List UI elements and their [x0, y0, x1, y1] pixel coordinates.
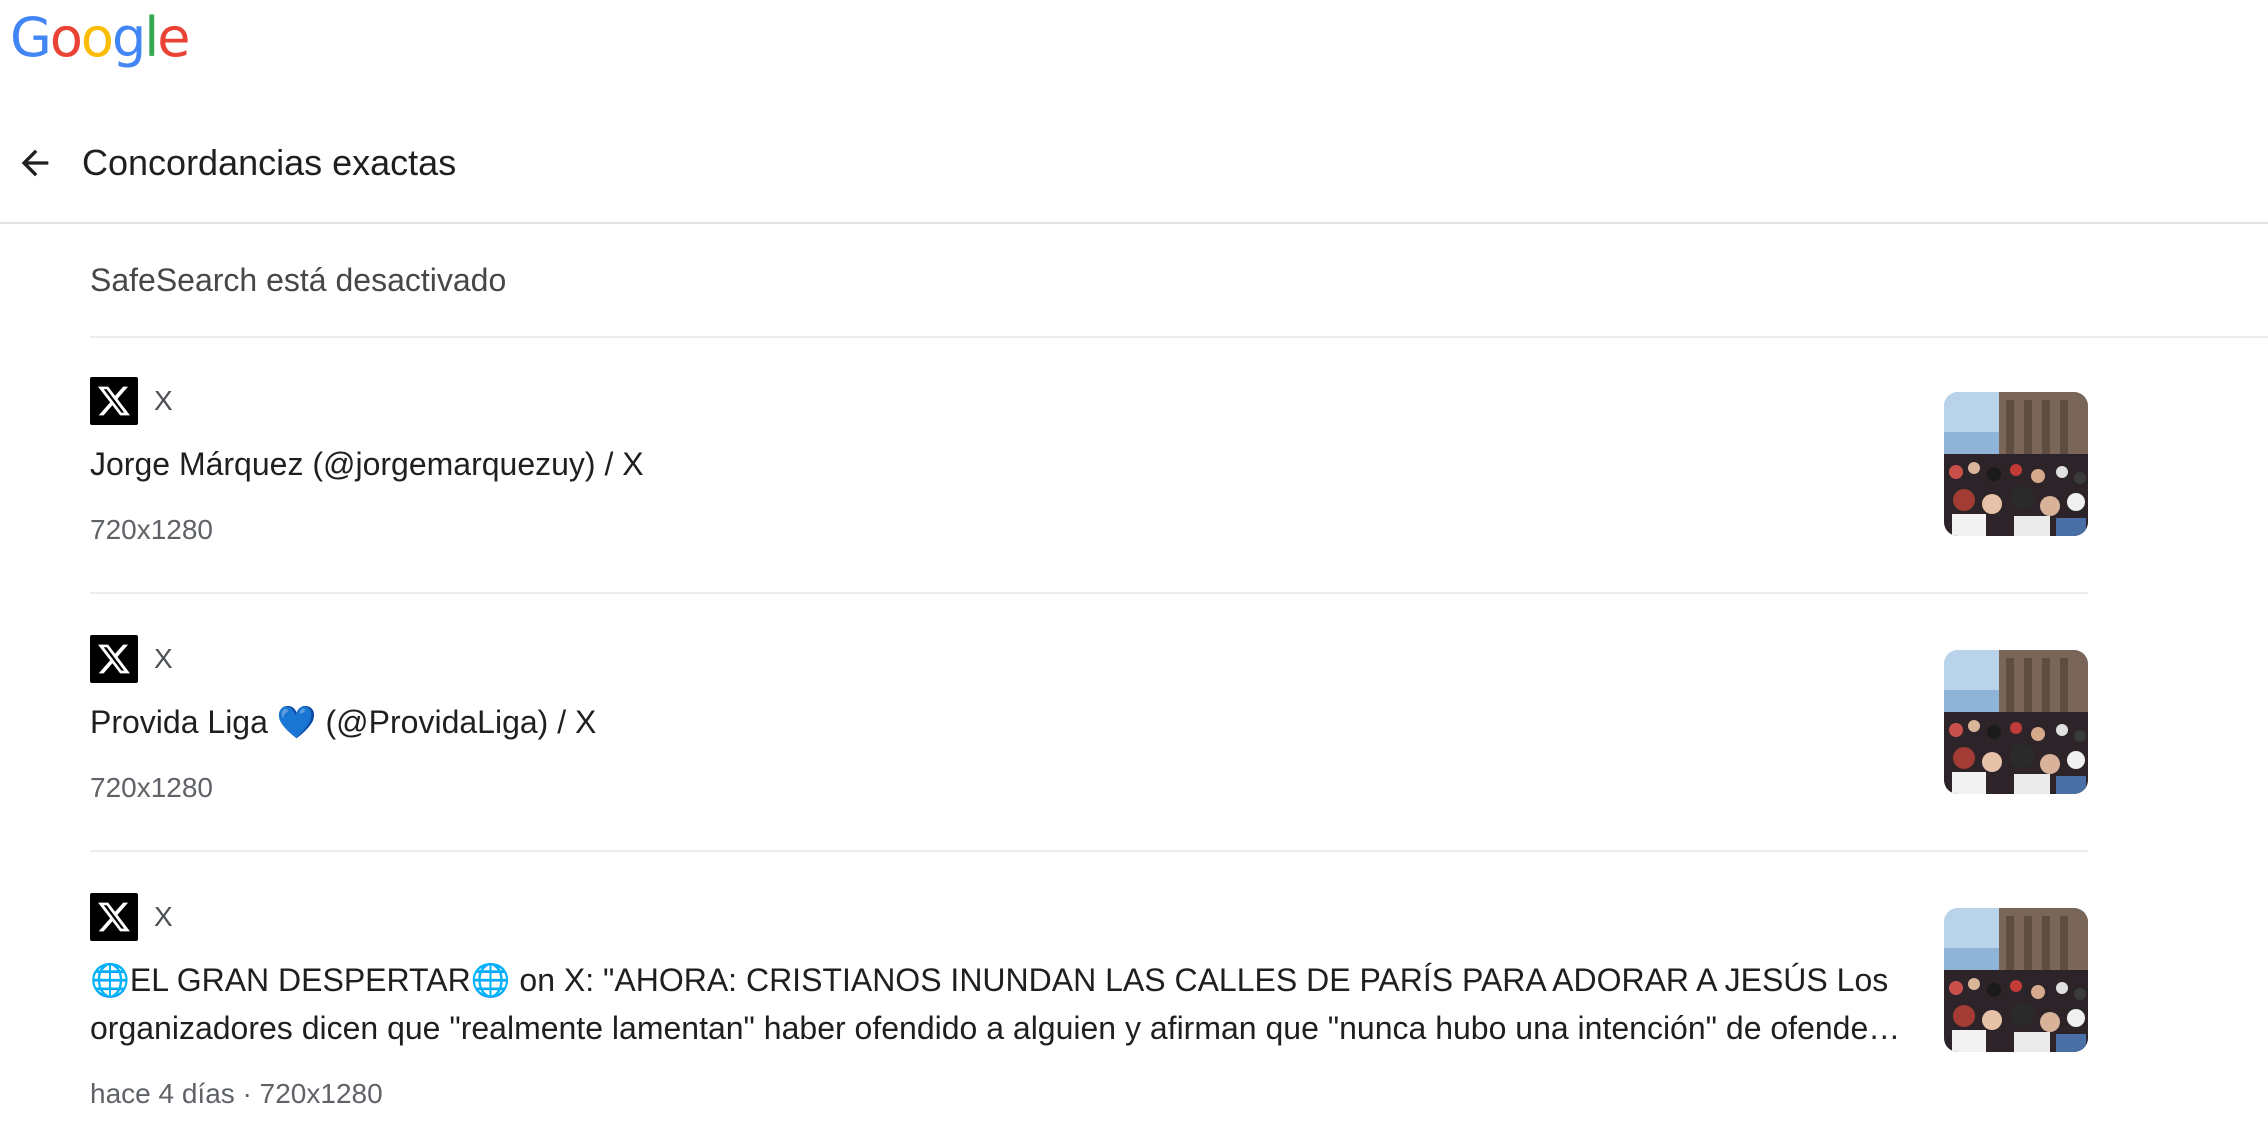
x-logo-icon	[90, 893, 138, 941]
result-title[interactable]: 🌐EL GRAN DESPERTAR🌐 on X: "AHORA: CRISTI…	[90, 956, 1910, 1052]
crowd-thumbnail-image	[1944, 392, 2088, 536]
x-logo-icon	[90, 635, 138, 683]
logo-letter: G	[10, 6, 52, 69]
logo-letter: l	[144, 6, 159, 69]
safesearch-label: SafeSearch está desactivado	[90, 262, 507, 298]
result-source-name: X	[154, 643, 173, 674]
logo-letter: o	[80, 6, 114, 69]
logo-letter: o	[49, 6, 83, 69]
result-item: X Provida Liga 💙 (@ProvidaLiga) / X 720x…	[90, 634, 2088, 852]
result-meta: 720x1280	[90, 772, 214, 803]
result-title[interactable]: Provida Liga 💙 (@ProvidaLiga) / X	[90, 698, 1910, 746]
logo-letter: e	[157, 6, 190, 69]
result-thumbnail[interactable]	[1944, 650, 2088, 794]
result-thumbnail[interactable]	[1944, 392, 2088, 536]
arrow-left-icon	[21, 149, 49, 177]
result-source[interactable]: X	[90, 376, 173, 426]
crowd-thumbnail-image	[1944, 650, 2088, 794]
result-title[interactable]: Jorge Márquez (@jorgemarquezuy) / X	[90, 440, 1910, 488]
x-logo-icon	[90, 377, 138, 425]
page-title: Concordancias exactas	[82, 142, 457, 183]
result-source[interactable]: X	[90, 634, 173, 684]
back-button[interactable]	[10, 138, 60, 188]
result-thumbnail[interactable]	[1944, 908, 2088, 1052]
result-source-name: X	[154, 385, 173, 416]
page-header: Concordancias exactas	[0, 118, 2268, 224]
google-logo[interactable]: Google	[10, 6, 190, 69]
logo-letter: g	[111, 6, 146, 69]
safesearch-status[interactable]: SafeSearch está desactivado	[90, 224, 2268, 338]
result-meta: hace 4 días · 720x1280	[90, 1078, 383, 1109]
result-source-name: X	[154, 901, 173, 932]
result-item: X Jorge Márquez (@jorgemarquezuy) / X 72…	[90, 376, 2088, 594]
result-item: X 🌐EL GRAN DESPERTAR🌐 on X: "AHORA: CRIS…	[90, 892, 2088, 1112]
crowd-thumbnail-image	[1944, 908, 2088, 1052]
result-source[interactable]: X	[90, 892, 173, 942]
result-meta: 720x1280	[90, 514, 214, 545]
